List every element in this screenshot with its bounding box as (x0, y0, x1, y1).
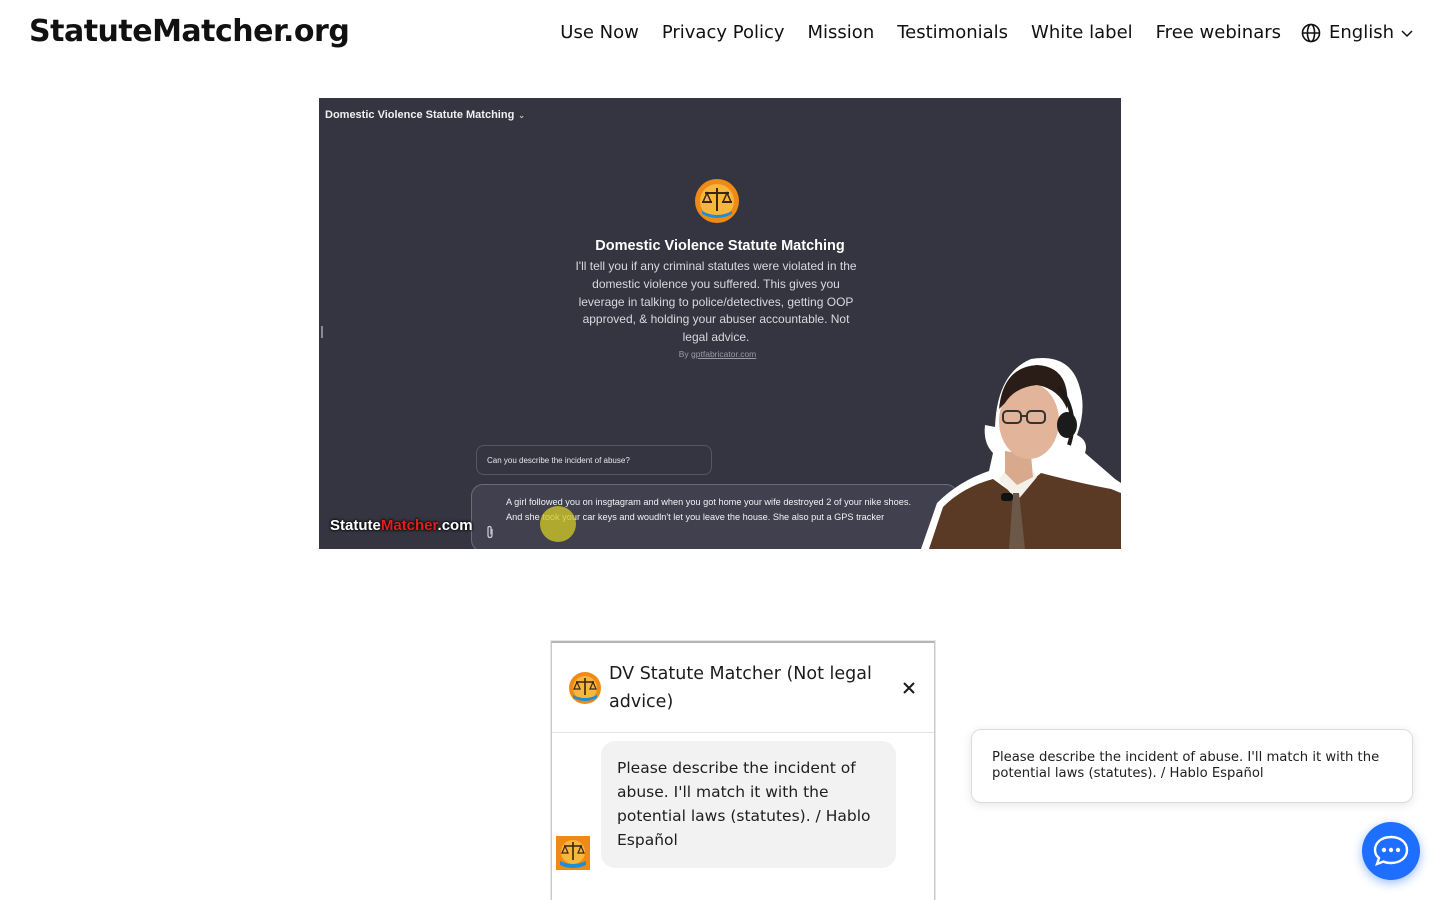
main-nav: Use Now Privacy Policy Mission Testimoni… (537, 22, 1414, 43)
nav-mission[interactable]: Mission (808, 22, 875, 43)
chevron-down-icon (1401, 29, 1413, 37)
chat-title: DV Statute Matcher (Not legal advice) (609, 664, 872, 712)
video-byline-link: gptfabricator.com (691, 349, 757, 359)
message-avatar-icon (556, 836, 590, 870)
chat-header: DV Statute Matcher (Not legal advice) (552, 643, 934, 733)
video-sidebar-handle (321, 326, 323, 338)
video-suggestion-chip: Can you describe the incident of abuse? (476, 445, 712, 475)
nav-use-now[interactable]: Use Now (560, 22, 639, 43)
close-icon[interactable] (898, 677, 920, 699)
globe-icon (1301, 23, 1321, 42)
paperclip-icon (487, 525, 493, 539)
site-logo[interactable]: StatuteMatcher.org (29, 14, 350, 49)
chat-bubble-icon (1373, 835, 1409, 867)
chat-launcher-button[interactable] (1362, 822, 1420, 880)
nav-free-webinars[interactable]: Free webinars (1156, 22, 1281, 43)
video-gpt-title: Domestic Violence Statute Matching ⌄ (325, 109, 525, 121)
chat-widget-panel: DV Statute Matcher (Not legal advice) Pl… (551, 641, 935, 900)
language-label: English (1329, 22, 1394, 43)
language-selector[interactable]: English (1301, 22, 1414, 43)
video-description: I'll tell you if any criminal statutes w… (575, 259, 857, 345)
presenter-image (921, 358, 1121, 549)
nav-privacy-policy[interactable]: Privacy Policy (662, 22, 785, 43)
video-brand-watermark: StatuteMatcher.com (330, 517, 473, 534)
video-heading: Domestic Violence Statute Matching (595, 238, 845, 254)
video-chevron-icon: ⌄ (518, 111, 525, 120)
nav-white-label[interactable]: White label (1031, 22, 1133, 43)
scales-logo-icon (695, 179, 739, 223)
chat-preview-tooltip[interactable]: Please describe the incident of abuse. I… (971, 729, 1413, 803)
nav-testimonials[interactable]: Testimonials (897, 22, 1008, 43)
bot-avatar-icon (569, 672, 601, 704)
demo-video[interactable]: Domestic Violence Statute Matching ⌄ Dome… (319, 98, 1121, 549)
bot-message-bubble: Please describe the incident of abuse. I… (601, 741, 896, 868)
video-click-highlight (540, 506, 576, 542)
